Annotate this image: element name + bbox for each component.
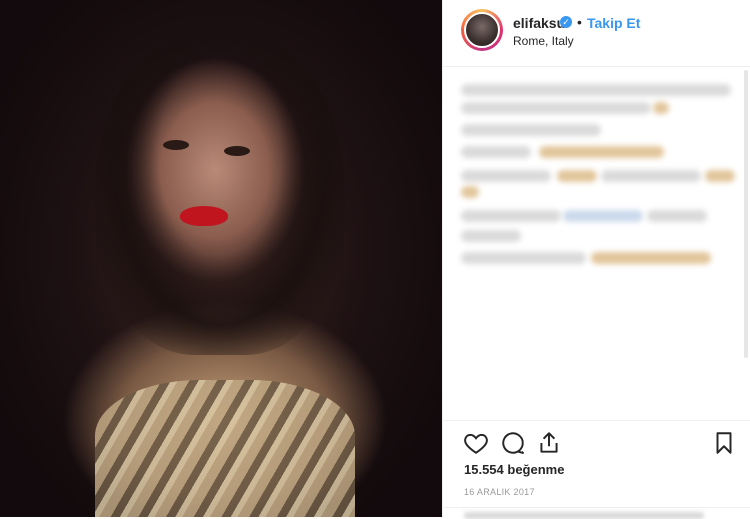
post-date[interactable]: 16 ARALIK 2017 <box>464 487 535 497</box>
photo-lips <box>180 206 228 226</box>
caption-emoji <box>461 186 479 198</box>
post-header: elifaksu ✓ • Takip Et Rome, Italy <box>443 0 750 67</box>
caption-emoji <box>539 146 664 158</box>
caption-line <box>461 124 601 136</box>
caption-line <box>461 210 561 222</box>
caption-emoji <box>653 102 669 114</box>
comment-input-blurred <box>464 512 704 519</box>
photo-eye-right <box>224 146 250 156</box>
header-separator: • <box>577 14 582 30</box>
caption-emoji <box>557 170 597 182</box>
caption-line <box>461 170 551 182</box>
caption-line <box>461 84 731 96</box>
caption-line <box>461 252 586 264</box>
comment-icon[interactable] <box>500 430 526 456</box>
photo-hair-shape <box>95 25 345 355</box>
add-comment-area[interactable] <box>443 507 750 519</box>
verified-badge-icon: ✓ <box>560 16 572 28</box>
location-link[interactable]: Rome, Italy <box>513 34 574 48</box>
photo-dress <box>95 380 355 517</box>
caption-line <box>461 102 651 114</box>
caption-line <box>601 170 701 182</box>
photo-eye-left <box>163 140 189 150</box>
caption-line <box>647 210 707 222</box>
caption-hashtags[interactable] <box>563 210 643 222</box>
avatar[interactable] <box>464 12 500 48</box>
caption-emoji <box>591 252 711 264</box>
likes-count[interactable]: 15.554 beğenme <box>464 462 564 477</box>
bookmark-icon[interactable] <box>711 430 737 456</box>
caption-line <box>461 146 531 158</box>
follow-button[interactable]: Takip Et <box>587 15 640 31</box>
comments-scrollbar[interactable] <box>744 70 748 358</box>
caption-blurred <box>461 74 743 274</box>
caption-emoji <box>705 170 735 182</box>
post-photo[interactable] <box>0 0 442 517</box>
heart-icon[interactable] <box>463 430 489 456</box>
post-side-panel: elifaksu ✓ • Takip Et Rome, Italy 15.554… <box>443 0 750 519</box>
post-actions: 15.554 beğenme 16 ARALIK 2017 <box>443 420 750 519</box>
caption-line <box>461 230 521 242</box>
share-icon[interactable] <box>536 430 562 456</box>
username-link[interactable]: elifaksu <box>513 15 565 31</box>
